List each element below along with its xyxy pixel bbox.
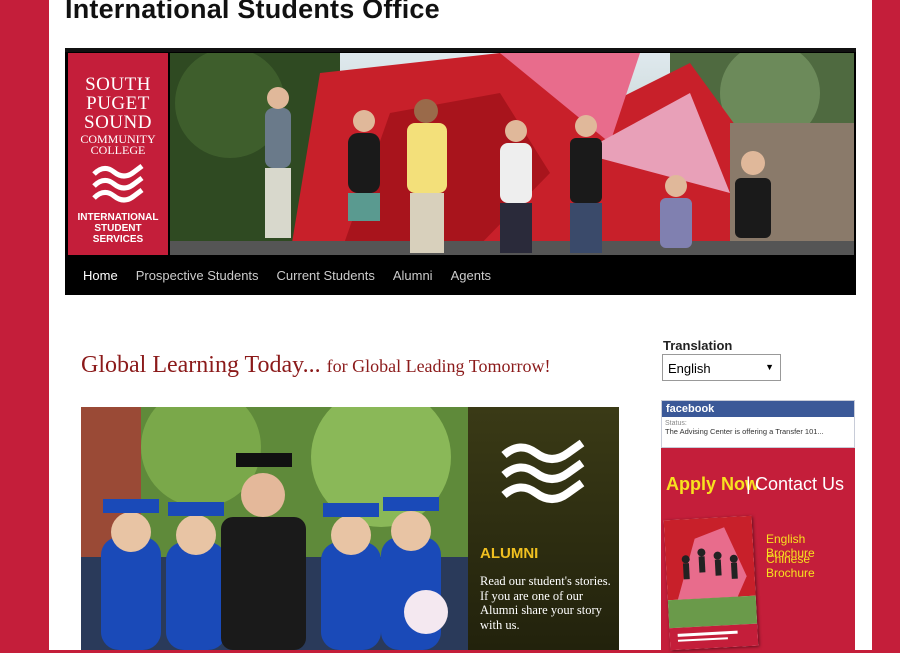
nav-current-students[interactable]: Current Students bbox=[277, 268, 375, 283]
language-selected-value: English bbox=[668, 361, 711, 376]
link-separator: | bbox=[746, 474, 751, 494]
alumni-feature-banner[interactable]: ALUMNI Read our student's stories. If yo… bbox=[81, 407, 619, 650]
logo-department: INTERNATIONAL STUDENT SERVICES bbox=[77, 212, 159, 245]
facebook-status-label: Status: bbox=[665, 420, 687, 427]
alumni-description: Read our student's stories. If you are o… bbox=[480, 574, 611, 632]
college-logo[interactable]: SOUTH PUGET SOUND COMMUNITY COLLEGE INTE… bbox=[68, 53, 168, 255]
facebook-widget[interactable]: facebook Status: The Advising Center is … bbox=[661, 400, 855, 448]
students-jumping-photo bbox=[170, 53, 854, 255]
nav-home[interactable]: Home bbox=[83, 268, 118, 283]
facebook-header: facebook bbox=[662, 401, 854, 417]
language-select[interactable]: English ▼ bbox=[662, 354, 781, 381]
page-tagline: Global Learning Today... for Global Lead… bbox=[81, 352, 550, 379]
brochure-cover-image[interactable] bbox=[663, 515, 759, 651]
nav-alumni[interactable]: Alumni bbox=[393, 268, 433, 283]
tagline-primary: Global Learning Today... bbox=[81, 352, 321, 378]
logo-community-college: COMMUNITY COLLEGE bbox=[80, 132, 156, 157]
nav-prospective-students[interactable]: Prospective Students bbox=[136, 268, 259, 283]
chinese-brochure-link[interactable]: Chinese Brochure bbox=[766, 552, 855, 580]
apply-promo-box: Apply Now | Contact Us English Brochure … bbox=[661, 448, 855, 653]
nav-agents[interactable]: Agents bbox=[451, 268, 491, 283]
facebook-status-text: The Advising Center is offering a Transf… bbox=[665, 427, 824, 436]
translation-label: Translation bbox=[663, 338, 733, 353]
contact-us-link[interactable]: Contact Us bbox=[755, 474, 844, 495]
tagline-secondary: for Global Leading Tomorrow! bbox=[326, 356, 551, 376]
waves-emblem-icon bbox=[501, 439, 585, 503]
main-navigation: Home Prospective Students Current Studen… bbox=[65, 256, 856, 295]
page-container: International Students Office SOUTH PUGE… bbox=[49, 0, 872, 653]
waves-logo-icon bbox=[92, 164, 144, 203]
logo-college-name: SOUTH PUGET SOUND bbox=[84, 74, 152, 133]
alumni-heading: ALUMNI bbox=[480, 545, 539, 562]
header-banner: SOUTH PUGET SOUND COMMUNITY COLLEGE INTE… bbox=[65, 48, 856, 295]
banner-top-rule bbox=[65, 48, 856, 52]
alumni-info-panel: ALUMNI Read our student's stories. If yo… bbox=[468, 407, 619, 650]
site-title: International Students Office bbox=[65, 0, 440, 24]
dropdown-arrow-icon: ▼ bbox=[765, 362, 774, 372]
graduates-photo bbox=[81, 407, 468, 650]
